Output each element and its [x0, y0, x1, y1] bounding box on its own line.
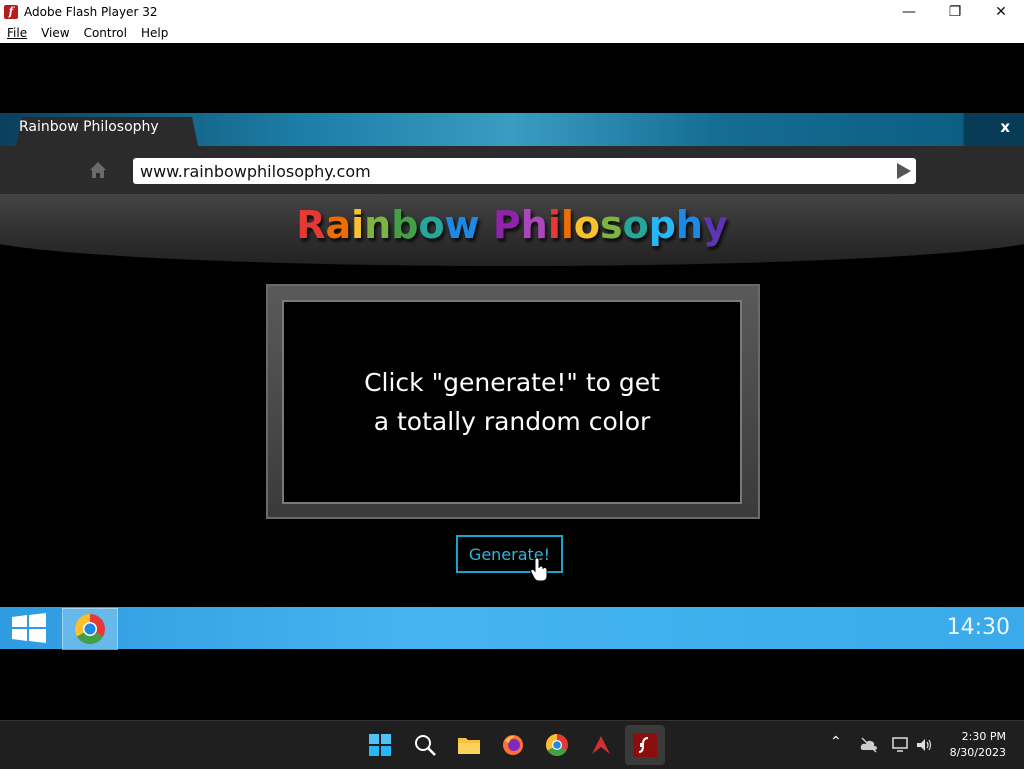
flash-stage: Rainbow Philosophy x www.rainbowphilosop… [0, 43, 1024, 720]
color-frame: Click "generate!" to get a totally rando… [266, 284, 760, 519]
logo-letter: i [547, 203, 561, 247]
logo-letter: s [599, 203, 623, 247]
logo-letter: y [702, 203, 728, 247]
close-button[interactable]: ✕ [978, 0, 1024, 23]
browser-tab-bar: Rainbow Philosophy x [0, 113, 1024, 146]
menu-bar: File View Control Help [0, 23, 1024, 43]
instruction-text: Click "generate!" to get a totally rando… [364, 368, 660, 436]
logo-letter: o [418, 203, 445, 247]
acrobat-icon[interactable] [589, 733, 613, 757]
game-clock: 14:30 [946, 615, 1010, 640]
logo-letter: p [648, 203, 676, 247]
logo-letter: o [573, 203, 600, 247]
windows-logo-icon[interactable] [10, 613, 48, 643]
menu-control[interactable]: Control [84, 26, 127, 40]
logo-letter: i [351, 203, 365, 247]
game-taskbar: 14:30 [0, 607, 1024, 650]
search-icon[interactable] [413, 733, 437, 757]
window-controls: — ❐ ✕ [886, 0, 1024, 23]
window-title: Adobe Flash Player 32 [24, 4, 158, 19]
url-text: www.rainbowphilosophy.com [140, 161, 371, 181]
clock-time: 2:30 PM [961, 730, 1006, 743]
logo-letter: a [325, 203, 352, 247]
windows-taskbar: ⌃ 2:30 PM 8/30/2023 [0, 720, 1024, 769]
logo-letter: n [364, 203, 392, 247]
show-hidden-icons-icon[interactable]: ⌃ [830, 734, 842, 750]
chrome-icon[interactable] [545, 733, 569, 757]
file-explorer-icon[interactable] [457, 733, 481, 757]
logo-letter [480, 203, 493, 247]
menu-view[interactable]: View [41, 26, 69, 40]
chrome-icon [74, 614, 105, 645]
flash-app-icon: f [4, 4, 18, 19]
firefox-icon[interactable] [501, 733, 525, 757]
menu-file[interactable]: File [7, 26, 27, 40]
onedrive-offline-icon[interactable] [860, 737, 878, 753]
flash-player-icon[interactable] [633, 733, 657, 757]
logo-letter: h [520, 203, 548, 247]
game-chrome-button[interactable] [62, 608, 118, 650]
minimize-button[interactable]: — [886, 0, 932, 23]
clock-date: 8/30/2023 [949, 746, 1006, 759]
menu-help[interactable]: Help [141, 26, 168, 40]
window-titlebar: f Adobe Flash Player 32 — ❐ ✕ [0, 0, 1024, 23]
tab-label: Rainbow Philosophy [19, 119, 159, 135]
logo-letter: h [675, 203, 703, 247]
address-bar: www.rainbowphilosophy.com [0, 146, 1024, 194]
network-icon[interactable] [892, 737, 910, 753]
go-arrow-icon[interactable] [894, 162, 912, 180]
home-icon[interactable] [89, 161, 107, 179]
logo-letter: l [560, 203, 574, 247]
color-display: Click "generate!" to get a totally rando… [284, 302, 740, 502]
url-input[interactable]: www.rainbowphilosophy.com [133, 158, 916, 184]
maximize-button[interactable]: ❐ [932, 0, 978, 23]
site-logo: Rainbow Philosophy [0, 203, 1024, 247]
logo-letter: P [492, 203, 521, 247]
logo-letter: R [296, 203, 326, 247]
logo-letter: b [391, 203, 419, 247]
hand-cursor-icon [530, 558, 548, 582]
volume-icon[interactable] [916, 737, 934, 753]
logo-letter: o [622, 203, 649, 247]
close-browser-button[interactable]: x [1000, 118, 1010, 136]
system-clock[interactable]: 2:30 PM 8/30/2023 [950, 729, 1006, 761]
windows-start-icon[interactable] [368, 733, 392, 757]
logo-letter: w [444, 203, 480, 247]
